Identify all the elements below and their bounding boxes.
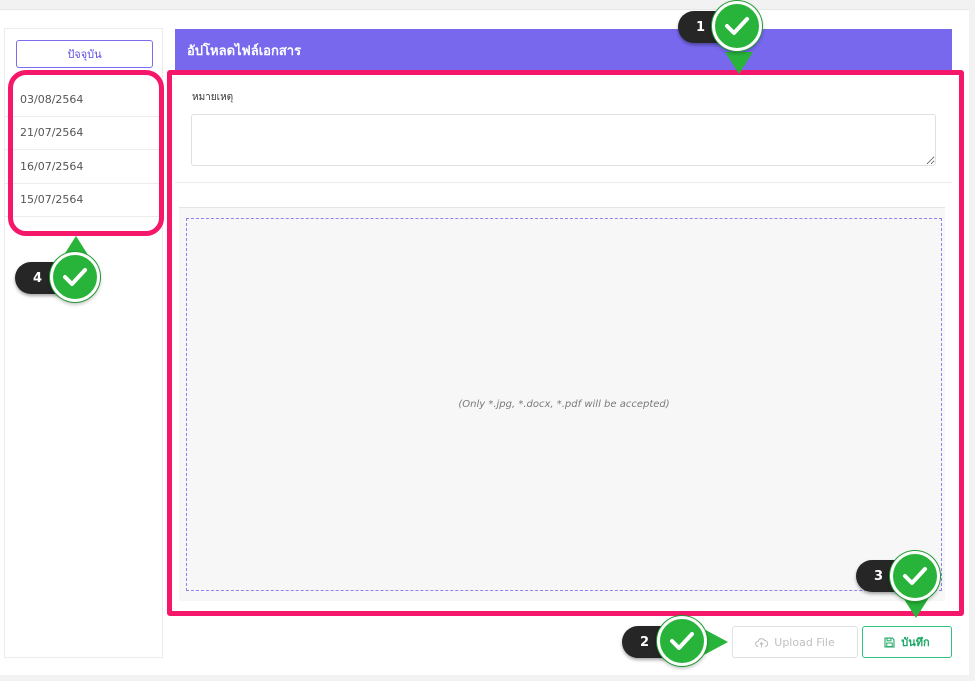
upload-panel: หมายเหตุ (Only *.jpg, *.docx, *.pdf will… — [175, 71, 952, 611]
file-dropzone[interactable]: (Only *.jpg, *.docx, *.pdf will be accep… — [186, 218, 942, 591]
date-item[interactable]: 15/07/2564 — [5, 184, 162, 217]
cloud-upload-icon — [755, 637, 769, 647]
checkmark-icon — [50, 252, 100, 302]
panel-title: อัปโหลดไฟล์เอกสาร — [175, 29, 952, 71]
current-button[interactable]: ปัจจุบัน — [16, 40, 153, 68]
date-list: 03/08/2564 21/07/2564 16/07/2564 15/07/2… — [5, 83, 162, 217]
floppy-disk-icon — [884, 636, 895, 648]
date-item[interactable]: 21/07/2564 — [5, 117, 162, 150]
dropzone-container: (Only *.jpg, *.docx, *.pdf will be accep… — [179, 207, 945, 601]
date-item[interactable]: 03/08/2564 — [5, 83, 162, 117]
save-button[interactable]: บันทึก — [862, 626, 952, 658]
dropzone-hint: (Only *.jpg, *.docx, *.pdf will be accep… — [458, 399, 670, 410]
history-sidebar: ปัจจุบัน 03/08/2564 21/07/2564 16/07/256… — [4, 28, 163, 658]
marker-pointer — [725, 52, 753, 74]
checkmark-icon — [657, 616, 707, 666]
date-item[interactable]: 16/07/2564 — [5, 150, 162, 184]
save-label: บันทึก — [901, 636, 930, 649]
note-label: หมายเหตุ — [192, 92, 234, 103]
divider — [175, 182, 952, 183]
checkmark-icon — [712, 1, 762, 51]
upload-file-label: Upload File — [774, 635, 835, 649]
upload-file-button[interactable]: Upload File — [732, 626, 858, 658]
note-textarea[interactable] — [191, 114, 936, 166]
checkmark-icon — [890, 551, 940, 601]
